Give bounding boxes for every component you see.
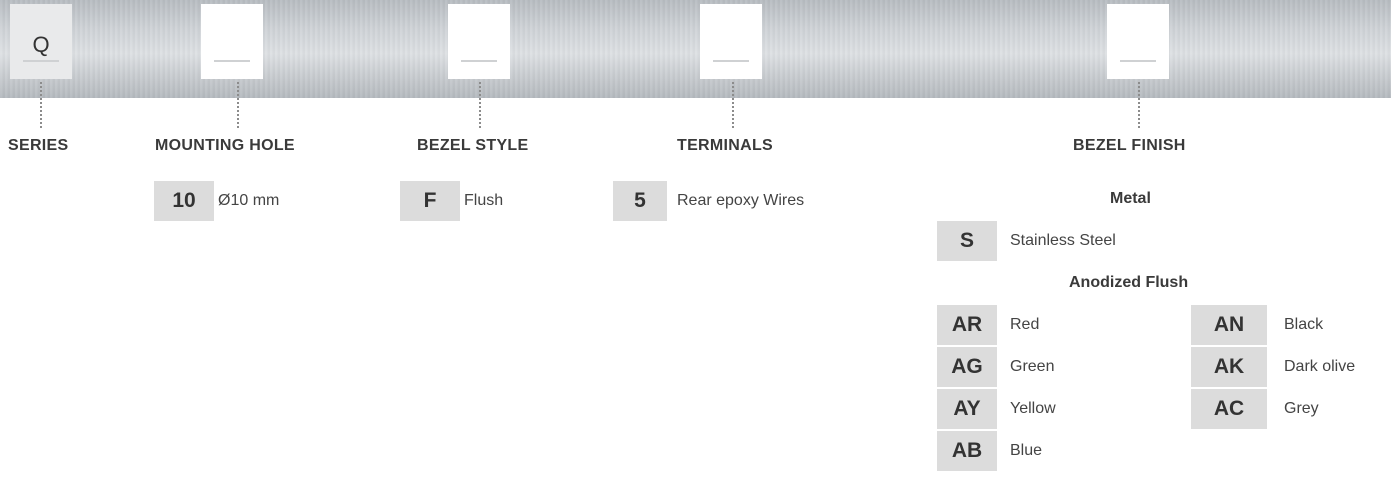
option-desc: Red (1010, 316, 1040, 333)
option-desc: Stainless Steel (1010, 232, 1116, 249)
series-code-box[interactable]: Q (10, 4, 72, 79)
option-code: S (937, 221, 997, 261)
bezel-style-label: BEZEL STYLE (417, 137, 529, 154)
bezel-style-code-underline (461, 60, 497, 62)
terminals-code-box[interactable] (700, 4, 762, 79)
series-label: SERIES (8, 137, 69, 154)
option-desc: Black (1284, 316, 1324, 333)
terminals-code-underline (713, 60, 749, 62)
option-desc: Grey (1284, 400, 1319, 417)
bezel-finish-label: BEZEL FINISH (1073, 137, 1186, 154)
anodized-heading: Anodized Flush (1069, 274, 1189, 291)
mounting-hole-label: MOUNTING HOLE (155, 137, 295, 154)
bezel-style-code-box[interactable] (448, 4, 510, 79)
option-desc: Dark olive (1284, 358, 1356, 375)
bezel-finish-connector (1138, 82, 1140, 128)
option-code: AB (937, 431, 997, 471)
option-code: AY (937, 389, 997, 429)
bezel-style-connector (479, 82, 481, 128)
option-desc: Ø10 mm (218, 192, 280, 209)
mounting-hole-code-box[interactable] (201, 4, 263, 79)
series-connector (40, 82, 42, 128)
option-desc: Yellow (1010, 400, 1056, 417)
option-code: AC (1191, 389, 1267, 429)
terminals-label: TERMINALS (677, 137, 774, 154)
option-desc: Green (1010, 358, 1055, 375)
option-code: AK (1191, 347, 1267, 387)
option-code: AN (1191, 305, 1267, 345)
option-desc: Blue (1010, 442, 1043, 459)
option-code: AR (937, 305, 997, 345)
option-desc: Flush (464, 192, 504, 209)
series-code-underline (23, 60, 59, 62)
option-code: 5 (613, 181, 667, 221)
metal-heading: Metal (1110, 190, 1151, 207)
terminals-connector (732, 82, 734, 128)
option-code: 10 (154, 181, 214, 221)
series-code-value: Q (32, 32, 50, 57)
option-code: AG (937, 347, 997, 387)
option-desc: Rear epoxy Wires (677, 192, 805, 209)
mounting-hole-connector (237, 82, 239, 128)
bezel-finish-code-box[interactable] (1107, 4, 1169, 79)
mounting-hole-code-underline (214, 60, 250, 62)
option-code: F (400, 181, 460, 221)
bezel-finish-code-underline (1120, 60, 1156, 62)
